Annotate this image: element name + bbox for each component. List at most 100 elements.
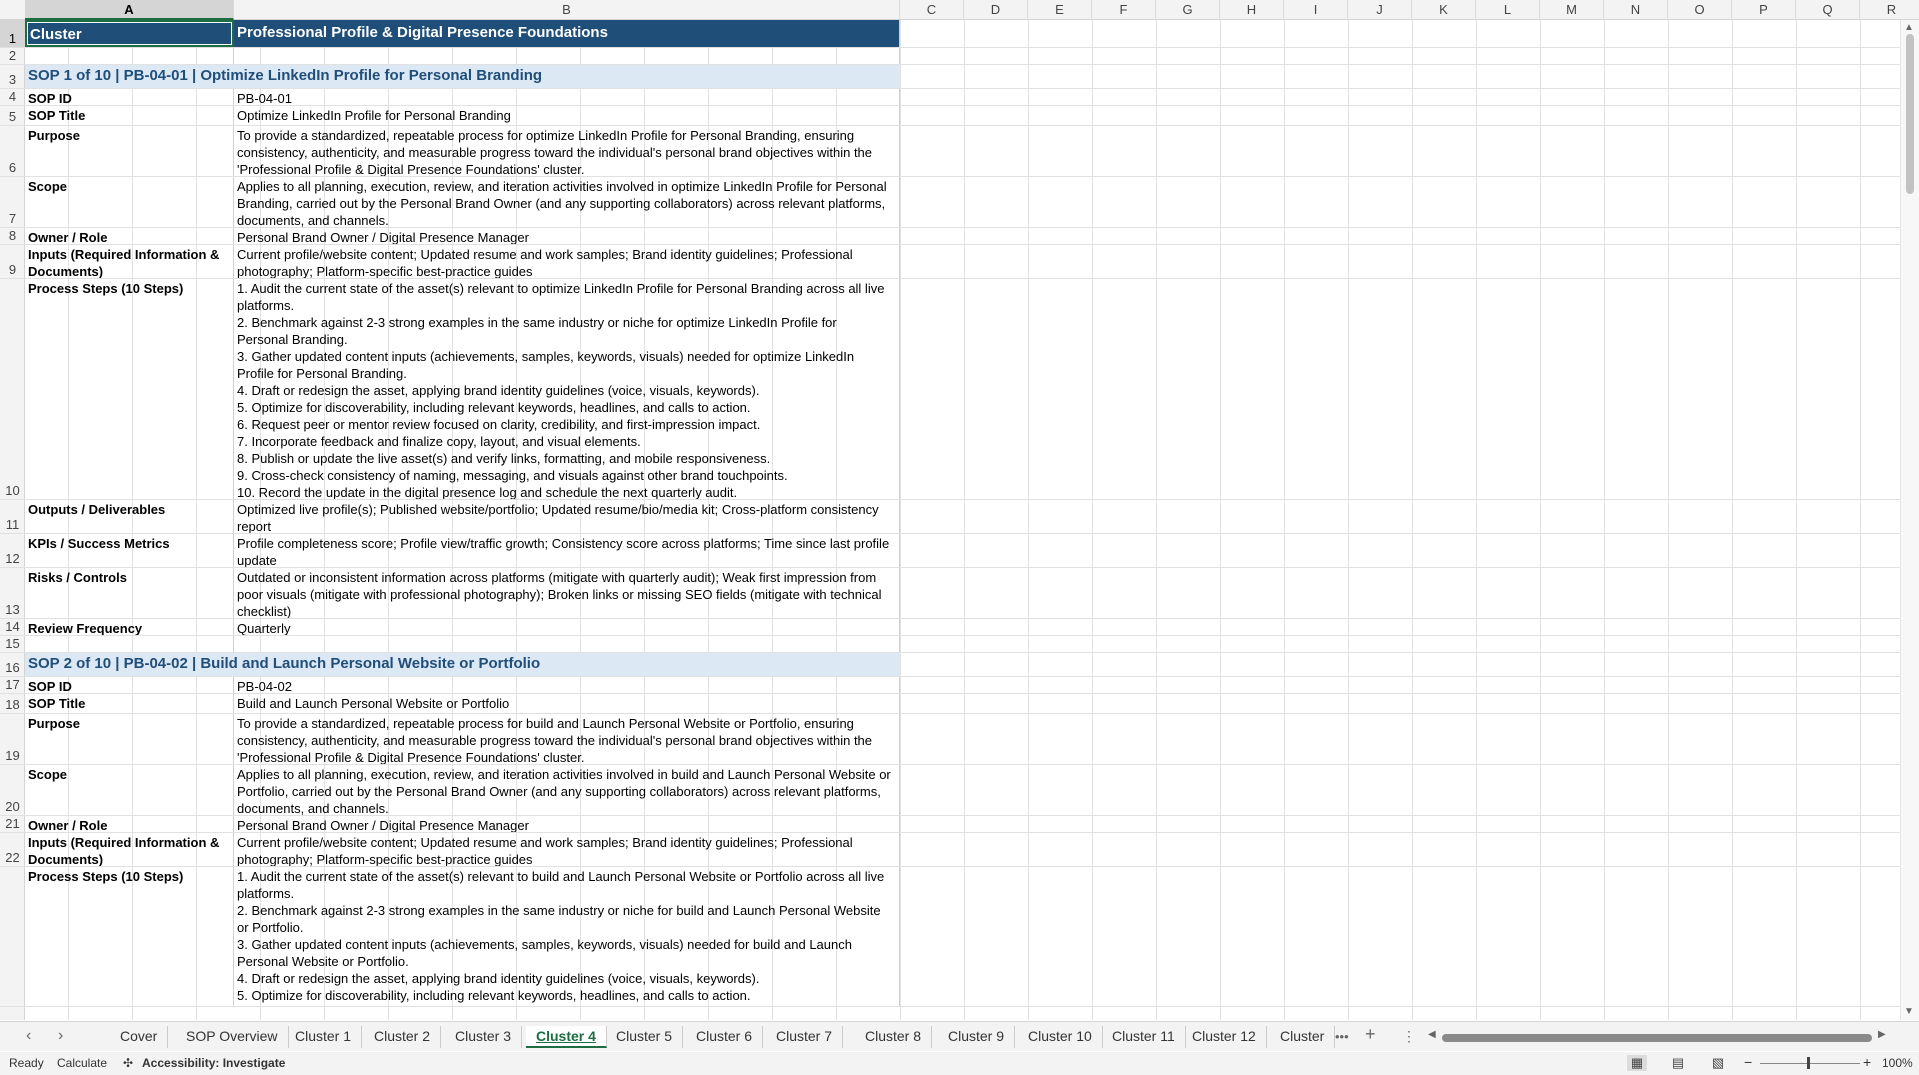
field-label-cell[interactable]: Review Frequency xyxy=(25,619,234,635)
row-header[interactable]: 9 xyxy=(0,245,25,279)
field-value-cell[interactable]: To provide a standardized, repeatable pr… xyxy=(234,714,900,764)
field-label-cell[interactable]: Scope xyxy=(25,177,234,227)
field-value-cell[interactable]: Optimize LinkedIn Profile for Personal B… xyxy=(234,106,900,125)
field-label-cell[interactable]: SOP Title xyxy=(25,106,234,125)
column-header-d[interactable]: D xyxy=(964,0,1028,20)
scroll-down-icon[interactable]: ▼ xyxy=(1904,1006,1914,1017)
sop-heading-cell[interactable]: SOP 2 of 10 | PB-04-02 | Build and Launc… xyxy=(25,653,900,676)
row-header[interactable]: 10 xyxy=(0,279,25,500)
column-header-j[interactable]: J xyxy=(1348,0,1412,20)
normal-view-icon[interactable]: ▦ xyxy=(1627,1055,1647,1071)
column-header-r[interactable]: R xyxy=(1860,0,1919,20)
column-header-f[interactable]: F xyxy=(1092,0,1156,20)
vertical-scrollbar[interactable]: ▲ ▼ xyxy=(1900,20,1919,1020)
row-header[interactable]: 18 xyxy=(0,694,25,714)
field-value-cell[interactable] xyxy=(234,636,900,652)
field-value-cell[interactable]: Build and Launch Personal Website or Por… xyxy=(234,694,900,713)
horizontal-scroll-thumb[interactable] xyxy=(1442,1034,1872,1042)
field-value-cell[interactable]: Personal Brand Owner / Digital Presence … xyxy=(234,816,900,832)
sheet-tab-cluster-5[interactable]: Cluster 5 xyxy=(606,1026,684,1048)
field-label-cell[interactable]: Inputs (Required Information & Documents… xyxy=(25,833,234,866)
scroll-right-icon[interactable]: ▶ xyxy=(1878,1029,1886,1040)
sheet-tab-cluster-12[interactable]: Cluster 12 xyxy=(1182,1026,1267,1048)
field-label-cell[interactable]: KPIs / Success Metrics xyxy=(25,534,234,567)
field-value-cell[interactable]: Applies to all planning, execution, revi… xyxy=(234,765,900,815)
tab-scroll-left-icon[interactable]: ‹ xyxy=(26,1027,31,1045)
page-break-preview-icon[interactable]: ▧ xyxy=(1708,1055,1728,1071)
field-label-cell[interactable]: Owner / Role xyxy=(25,816,234,832)
sheet-tab-cluster[interactable]: Cluster xyxy=(1270,1026,1336,1048)
row-header[interactable]: 15 xyxy=(0,636,25,653)
field-label-cell[interactable]: SOP ID xyxy=(25,677,234,693)
sheet-tab-sop-overview[interactable]: SOP Overview xyxy=(176,1026,289,1048)
sheet-tab-cluster-11[interactable]: Cluster 11 xyxy=(1102,1026,1186,1048)
row-header[interactable]: 14 xyxy=(0,619,25,636)
field-value-cell[interactable]: Professional Profile & Digital Presence … xyxy=(234,20,900,47)
field-label-cell[interactable]: Inputs (Required Information & Documents… xyxy=(25,245,234,278)
worksheet-grid[interactable]: 1 2 3 4 5 6 7 8 9 10 11 12 13 14 15 16 17 18 19 20 21 22 Clus… xyxy=(0,20,1900,1020)
sheet-tab-cluster-9[interactable]: Cluster 9 xyxy=(938,1026,1016,1048)
row-header[interactable]: 12 xyxy=(0,534,25,568)
zoom-slider[interactable] xyxy=(1760,1063,1860,1064)
sheet-tab-cluster-8[interactable]: Cluster 8 xyxy=(855,1026,933,1048)
column-header-b[interactable]: B xyxy=(234,0,900,20)
sheet-tab-cluster-10[interactable]: Cluster 10 xyxy=(1018,1026,1103,1048)
sheet-tab-cluster-2[interactable]: Cluster 2 xyxy=(364,1026,442,1048)
zoom-slider-handle[interactable] xyxy=(1807,1057,1810,1069)
zoom-in-icon[interactable]: + xyxy=(1863,1054,1871,1070)
row-header[interactable]: 7 xyxy=(0,177,25,228)
row-header[interactable]: 5 xyxy=(0,106,25,126)
field-value-cell[interactable]: PB-04-02 xyxy=(234,677,900,693)
row-header[interactable]: 2 xyxy=(0,48,25,65)
field-value-cell[interactable]: Profile completeness score; Profile view… xyxy=(234,534,900,567)
column-header-q[interactable]: Q xyxy=(1796,0,1860,20)
tab-options-icon[interactable]: ⋮ xyxy=(1402,1028,1416,1045)
sheet-tab-cluster-4[interactable]: Cluster 4 xyxy=(526,1026,607,1048)
field-value-cell[interactable]: Current profile/website content; Updated… xyxy=(234,245,900,278)
row-header[interactable]: 19 xyxy=(0,714,25,765)
column-header-o[interactable]: O xyxy=(1668,0,1732,20)
row-header[interactable]: 4 xyxy=(0,89,25,106)
field-value-cell[interactable]: Outdated or inconsistent information acr… xyxy=(234,568,900,618)
selected-cell-a1[interactable]: Cluster xyxy=(25,20,234,47)
sheet-tab-cluster-3[interactable]: Cluster 3 xyxy=(445,1026,523,1048)
column-header-e[interactable]: E xyxy=(1028,0,1092,20)
column-header-c[interactable]: C xyxy=(900,0,964,20)
zoom-out-icon[interactable]: − xyxy=(1744,1054,1752,1070)
field-label-cell[interactable]: Owner / Role xyxy=(25,228,234,244)
row-header[interactable]: 16 xyxy=(0,653,25,677)
field-label-cell[interactable]: Risks / Controls xyxy=(25,568,234,618)
column-header-i[interactable]: I xyxy=(1284,0,1348,20)
field-label-cell[interactable]: Process Steps (10 Steps) xyxy=(25,279,234,499)
scroll-left-icon[interactable]: ◀ xyxy=(1428,1029,1436,1040)
column-header-l[interactable]: L xyxy=(1476,0,1540,20)
field-value-cell[interactable]: Optimized live profile(s); Published web… xyxy=(234,500,900,533)
column-header-p[interactable]: P xyxy=(1732,0,1796,20)
field-value-cell[interactable]: Applies to all planning, execution, revi… xyxy=(234,177,900,227)
field-label-cell[interactable]: Purpose xyxy=(25,126,234,176)
field-label-cell[interactable]: SOP Title xyxy=(25,694,234,713)
horizontal-scrollbar[interactable]: ◀ ▶ xyxy=(1428,1029,1888,1043)
row-header[interactable]: 20 xyxy=(0,765,25,816)
field-value-cell[interactable]: To provide a standardized, repeatable pr… xyxy=(234,126,900,176)
status-calculate[interactable]: Calculate xyxy=(57,1056,107,1070)
row-header[interactable]: 11 xyxy=(0,500,25,534)
field-value-cell[interactable] xyxy=(234,48,900,64)
row-header[interactable]: 13 xyxy=(0,568,25,619)
tab-scroll-right-icon[interactable]: › xyxy=(58,1027,63,1045)
field-value-cell[interactable]: Personal Brand Owner / Digital Presence … xyxy=(234,228,900,244)
row-header[interactable]: 21 xyxy=(0,816,25,833)
field-value-cell[interactable]: Current profile/website content; Updated… xyxy=(234,833,900,866)
column-header-a[interactable]: A xyxy=(25,0,234,20)
field-label-cell[interactable] xyxy=(25,636,234,652)
column-header-k[interactable]: K xyxy=(1412,0,1476,20)
field-value-cell[interactable]: PB-04-01 xyxy=(234,89,900,105)
row-header[interactable]: 3 xyxy=(0,65,25,89)
field-label-cell[interactable]: Process Steps (10 Steps) xyxy=(25,867,234,1006)
field-value-cell[interactable]: 1. Audit the current state of the asset(… xyxy=(234,279,900,499)
field-label-cell[interactable]: SOP ID xyxy=(25,89,234,105)
page-layout-icon[interactable]: ▤ xyxy=(1668,1055,1688,1071)
sheet-tab-cover[interactable]: Cover xyxy=(110,1026,169,1048)
field-label-cell[interactable]: Scope xyxy=(25,765,234,815)
row-header[interactable]: 1 xyxy=(0,20,25,48)
